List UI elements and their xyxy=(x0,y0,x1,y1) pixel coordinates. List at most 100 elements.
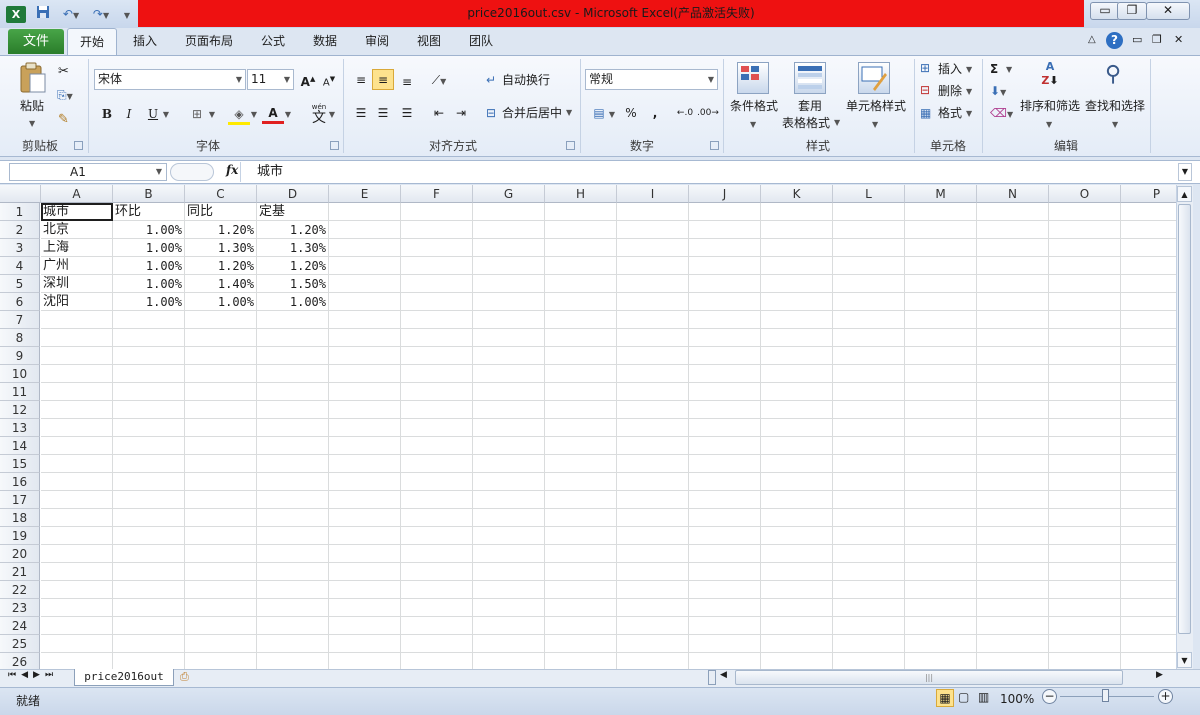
cell-J3[interactable] xyxy=(689,239,761,257)
cell-I18[interactable] xyxy=(617,509,689,527)
align-left-icon[interactable]: ☰ xyxy=(350,103,372,124)
cell-L23[interactable] xyxy=(833,599,905,617)
cell-E17[interactable] xyxy=(329,491,401,509)
cell-B22[interactable] xyxy=(113,581,185,599)
tab-data[interactable]: 数据 xyxy=(306,28,344,55)
cell-A14[interactable] xyxy=(41,437,113,455)
customize-icon[interactable]: ▼ xyxy=(120,5,134,23)
cell-C18[interactable] xyxy=(185,509,257,527)
cell-A11[interactable] xyxy=(41,383,113,401)
cell-H8[interactable] xyxy=(545,329,617,347)
cell-F15[interactable] xyxy=(401,455,473,473)
cell-B4[interactable]: 1.00% xyxy=(113,257,185,275)
cell-O11[interactable] xyxy=(1049,383,1121,401)
cell-C9[interactable] xyxy=(185,347,257,365)
cell-D22[interactable] xyxy=(257,581,329,599)
cell-K20[interactable] xyxy=(761,545,833,563)
cell-P16[interactable] xyxy=(1121,473,1176,491)
cell-C13[interactable] xyxy=(185,419,257,437)
cell-O23[interactable] xyxy=(1049,599,1121,617)
grow-font-button[interactable]: A▲ xyxy=(297,69,319,90)
cell-F26[interactable] xyxy=(401,653,473,669)
row-header[interactable]: 18 xyxy=(0,509,40,527)
row-header[interactable]: 25 xyxy=(0,635,40,653)
format-dropdown-icon[interactable]: ▼ xyxy=(966,105,972,123)
row-header[interactable]: 26 xyxy=(0,653,40,669)
cell-O5[interactable] xyxy=(1049,275,1121,293)
cell-K13[interactable] xyxy=(761,419,833,437)
cell-J21[interactable] xyxy=(689,563,761,581)
cell-B17[interactable] xyxy=(113,491,185,509)
cell-L14[interactable] xyxy=(833,437,905,455)
cell-N10[interactable] xyxy=(977,365,1049,383)
paste-icon[interactable] xyxy=(18,62,48,94)
cell-I26[interactable] xyxy=(617,653,689,669)
row-header[interactable]: 3 xyxy=(0,239,40,257)
cell-N6[interactable] xyxy=(977,293,1049,311)
zoom-out-button[interactable]: − xyxy=(1042,689,1057,704)
cell-G8[interactable] xyxy=(473,329,545,347)
cell-L24[interactable] xyxy=(833,617,905,635)
cell-G14[interactable] xyxy=(473,437,545,455)
cell-H22[interactable] xyxy=(545,581,617,599)
cell-H12[interactable] xyxy=(545,401,617,419)
column-header-F[interactable]: F xyxy=(401,185,473,203)
cell-O15[interactable] xyxy=(1049,455,1121,473)
cell-A20[interactable] xyxy=(41,545,113,563)
cell-D13[interactable] xyxy=(257,419,329,437)
cell-L8[interactable] xyxy=(833,329,905,347)
cell-O20[interactable] xyxy=(1049,545,1121,563)
cell-N16[interactable] xyxy=(977,473,1049,491)
cell-L21[interactable] xyxy=(833,563,905,581)
cell-F25[interactable] xyxy=(401,635,473,653)
cell-K7[interactable] xyxy=(761,311,833,329)
cell-D9[interactable] xyxy=(257,347,329,365)
cell-F5[interactable] xyxy=(401,275,473,293)
cell-N20[interactable] xyxy=(977,545,1049,563)
cell-O8[interactable] xyxy=(1049,329,1121,347)
cell-C4[interactable]: 1.20% xyxy=(185,257,257,275)
cell-M11[interactable] xyxy=(905,383,977,401)
cell-K9[interactable] xyxy=(761,347,833,365)
cell-H6[interactable] xyxy=(545,293,617,311)
cell-J22[interactable] xyxy=(689,581,761,599)
cell-B24[interactable] xyxy=(113,617,185,635)
cell-B21[interactable] xyxy=(113,563,185,581)
cell-P6[interactable] xyxy=(1121,293,1176,311)
cell-N9[interactable] xyxy=(977,347,1049,365)
decrease-decimal-icon[interactable]: .00→ xyxy=(697,103,719,124)
cell-P26[interactable] xyxy=(1121,653,1176,669)
cell-M18[interactable] xyxy=(905,509,977,527)
cell-B12[interactable] xyxy=(113,401,185,419)
row-header[interactable]: 15 xyxy=(0,455,40,473)
redo-icon[interactable]: ↷▼ xyxy=(88,5,114,23)
cell-K14[interactable] xyxy=(761,437,833,455)
cell-L25[interactable] xyxy=(833,635,905,653)
cell-N1[interactable] xyxy=(977,203,1049,221)
cell-P19[interactable] xyxy=(1121,527,1176,545)
cell-N7[interactable] xyxy=(977,311,1049,329)
cell-N22[interactable] xyxy=(977,581,1049,599)
cell-J12[interactable] xyxy=(689,401,761,419)
doc-close-icon[interactable]: ✕ xyxy=(1174,33,1183,46)
cell-F3[interactable] xyxy=(401,239,473,257)
cell-G22[interactable] xyxy=(473,581,545,599)
conditional-format-icon[interactable] xyxy=(737,62,769,94)
cell-N19[interactable] xyxy=(977,527,1049,545)
underline-dropdown-icon[interactable]: ▼ xyxy=(160,104,172,125)
doc-minimize-icon[interactable]: ▭ xyxy=(1132,33,1142,46)
cell-E26[interactable] xyxy=(329,653,401,669)
cell-L15[interactable] xyxy=(833,455,905,473)
cell-O17[interactable] xyxy=(1049,491,1121,509)
cell-B14[interactable] xyxy=(113,437,185,455)
cell-G1[interactable] xyxy=(473,203,545,221)
cell-C10[interactable] xyxy=(185,365,257,383)
number-format-combo[interactable]: 常规 ▼ xyxy=(585,69,718,90)
cell-C12[interactable] xyxy=(185,401,257,419)
cell-P10[interactable] xyxy=(1121,365,1176,383)
tab-home[interactable]: 开始 xyxy=(67,28,117,56)
row-header[interactable]: 21 xyxy=(0,563,40,581)
cell-J8[interactable] xyxy=(689,329,761,347)
copy-icon[interactable]: ⎘▼ xyxy=(57,88,73,103)
cell-H13[interactable] xyxy=(545,419,617,437)
